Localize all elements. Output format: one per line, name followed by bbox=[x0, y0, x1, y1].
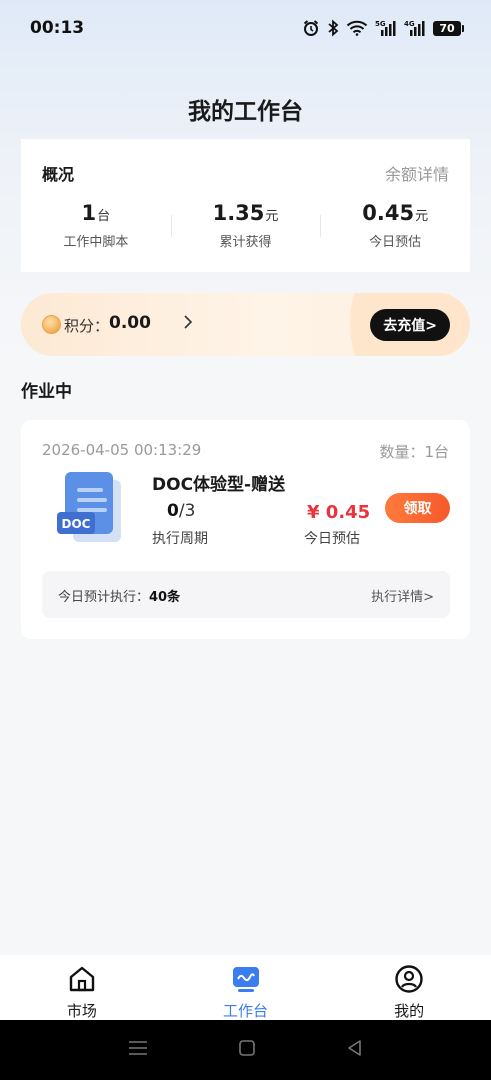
points-label: 积分： bbox=[64, 317, 110, 335]
cycle-done: 0 bbox=[167, 501, 179, 521]
plan-value: 40条 bbox=[149, 590, 181, 605]
tab-market[interactable]: 市场 bbox=[0, 955, 164, 1020]
signal-4g-icon: 4G bbox=[404, 19, 426, 37]
bluetooth-icon bbox=[327, 19, 339, 37]
stat-label: 今日预估 bbox=[369, 235, 422, 250]
section-title: 作业中 bbox=[21, 382, 72, 402]
stat-unit: 元 bbox=[415, 209, 429, 224]
tab-label: 我的 bbox=[394, 1002, 425, 1020]
balance-detail-link[interactable]: 余额详情 bbox=[385, 161, 449, 185]
job-card[interactable]: 2026-04-05 00:13:29 数量：1台 DOC DOC体验型-赠送 … bbox=[21, 420, 470, 639]
signal-5g-text: 5G bbox=[375, 20, 386, 28]
overview-stats: 1台 工作中脚本 1.35元 累计获得 0.45元 今日预估 bbox=[21, 201, 470, 250]
tab-label: 工作台 bbox=[223, 1002, 269, 1020]
status-time: 00:13 bbox=[30, 18, 85, 38]
home-square-icon[interactable] bbox=[238, 1039, 256, 1061]
income-label: 今日预估 bbox=[304, 531, 360, 547]
back-icon[interactable] bbox=[346, 1039, 364, 1061]
doc-file-icon: DOC bbox=[55, 470, 125, 546]
battery-icon: 70 bbox=[433, 20, 464, 36]
wifi-icon bbox=[346, 20, 368, 36]
stat-label: 工作中脚本 bbox=[63, 235, 129, 250]
stat-value: 1 bbox=[81, 201, 97, 225]
claim-button[interactable]: 领取 bbox=[385, 493, 450, 523]
points-value[interactable]: 0.00 bbox=[109, 313, 151, 333]
coin-icon bbox=[42, 315, 61, 334]
execution-detail-link[interactable]: 执行详情> bbox=[371, 586, 434, 605]
page-title: 我的工作台 bbox=[188, 99, 303, 125]
plan-label: 今日预计执行： bbox=[58, 590, 150, 605]
stat-unit: 台 bbox=[97, 209, 111, 224]
job-time: 2026-04-05 00:13:29 bbox=[42, 441, 202, 459]
system-nav-bar bbox=[0, 1020, 491, 1080]
points-bar: 积分： 0.00 去充值> bbox=[21, 293, 470, 356]
tab-mine[interactable]: 我的 bbox=[327, 955, 491, 1020]
alarm-icon bbox=[302, 19, 320, 37]
doc-icon-label: DOC bbox=[62, 517, 91, 531]
profile-icon bbox=[394, 964, 424, 998]
tab-workbench[interactable]: 工作台 bbox=[164, 955, 328, 1020]
cycle-label: 执行周期 bbox=[152, 531, 208, 547]
stat-label: 累计获得 bbox=[219, 235, 272, 250]
stat-value: 1.35 bbox=[212, 201, 265, 225]
stat-running-scripts: 1台 工作中脚本 bbox=[21, 201, 171, 250]
job-footer: 今日预计执行：40条 执行详情> bbox=[42, 571, 450, 618]
income-value: ¥ 0.45 bbox=[307, 502, 371, 523]
cycle-value: 0/3 bbox=[167, 501, 195, 521]
stat-today-estimate: 0.45元 今日预估 bbox=[320, 201, 470, 250]
home-icon bbox=[67, 964, 97, 998]
workbench-icon bbox=[231, 964, 261, 998]
plan-text: 今日预计执行：40条 bbox=[58, 586, 180, 605]
status-icons: 5G 4G 70 bbox=[302, 19, 464, 37]
overview-card: 概况 余额详情 1台 工作中脚本 1.35元 累计获得 0.45元 今日预估 bbox=[21, 139, 470, 272]
stat-value: 0.45 bbox=[362, 201, 415, 225]
battery-level: 70 bbox=[439, 21, 455, 35]
status-bar: 00:13 5G 4G 70 bbox=[0, 0, 491, 56]
signal-5g-icon: 5G bbox=[375, 19, 397, 37]
recharge-button[interactable]: 去充值> bbox=[370, 309, 450, 341]
signal-4g-text: 4G bbox=[404, 20, 415, 28]
bottom-tab-bar: 市场 工作台 我的 bbox=[0, 955, 491, 1020]
job-name: DOC体验型-赠送 bbox=[152, 475, 286, 495]
stat-total-earned: 1.35元 累计获得 bbox=[170, 201, 321, 250]
overview-title: 概况 bbox=[42, 165, 75, 184]
chevron-right-icon[interactable] bbox=[183, 314, 193, 334]
job-quantity: 数量：1台 bbox=[379, 443, 449, 461]
tab-label: 市场 bbox=[66, 1002, 97, 1020]
menu-icon[interactable] bbox=[128, 1039, 148, 1061]
stat-unit: 元 bbox=[265, 209, 279, 224]
cycle-total: /3 bbox=[178, 501, 196, 521]
